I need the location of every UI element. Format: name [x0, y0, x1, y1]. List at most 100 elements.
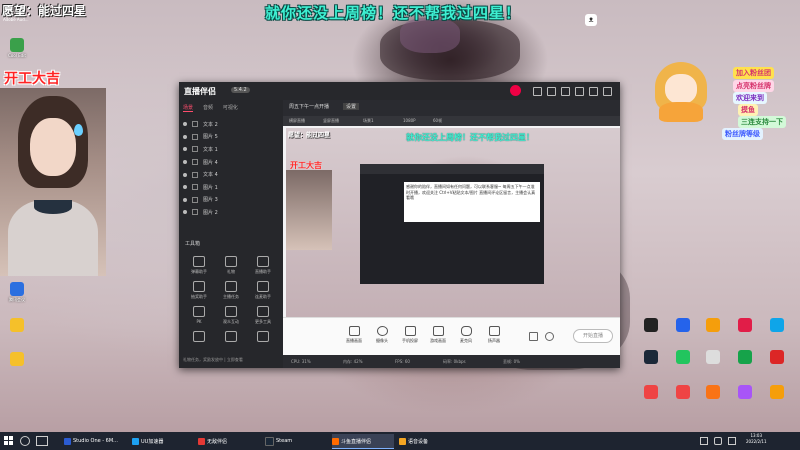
- notification-icon[interactable]: [547, 87, 556, 96]
- tool-item[interactable]: 观众互动: [215, 306, 247, 325]
- scene-item[interactable]: 文本 2: [183, 118, 279, 131]
- tool-item[interactable]: 直播助手: [247, 256, 279, 275]
- studio-one-icon: [64, 437, 71, 445]
- taskbar-item-douyu[interactable]: 斗鱼直播伴侣: [332, 434, 394, 449]
- tool-item[interactable]: 礼物: [215, 256, 247, 275]
- visibility-icon[interactable]: [183, 160, 187, 165]
- tab-audio[interactable]: 音频: [203, 104, 213, 111]
- scene-item[interactable]: 文本 1: [183, 143, 279, 156]
- lock-icon[interactable]: [192, 159, 198, 166]
- cat-icon: ᴥ: [585, 14, 597, 26]
- lock-icon[interactable]: [192, 146, 198, 153]
- ime-icon[interactable]: [728, 437, 736, 445]
- taskbar-item-studio-one[interactable]: Studio One - 6M...: [64, 434, 126, 448]
- desktop-icon[interactable]: [700, 350, 726, 365]
- desktop-icon-app[interactable]: [4, 352, 30, 367]
- tool-item[interactable]: 弹幕助手: [183, 256, 215, 275]
- desktop-icon[interactable]: [764, 385, 790, 400]
- lock-icon[interactable]: [192, 196, 198, 203]
- desktop-icon[interactable]: [670, 350, 696, 365]
- lock-icon[interactable]: [192, 121, 198, 128]
- visibility-icon[interactable]: [183, 122, 187, 127]
- scene-item[interactable]: 图片 2: [183, 206, 279, 219]
- search-icon[interactable]: [20, 436, 30, 446]
- desktop-icon[interactable]: [670, 385, 696, 400]
- game-capture-button[interactable]: 游戏画面: [427, 326, 449, 344]
- lock-icon[interactable]: [192, 171, 198, 178]
- desktop-icon[interactable]: [764, 318, 790, 333]
- close-icon[interactable]: [603, 87, 612, 96]
- scene-item[interactable]: 文本 4: [183, 168, 279, 181]
- microphone-button[interactable]: 麦克风: [455, 326, 477, 344]
- windows-start-icon[interactable]: [4, 436, 13, 445]
- fps-option[interactable]: 60帧: [433, 118, 442, 124]
- start-live-button[interactable]: 开始直播: [573, 329, 613, 343]
- visibility-icon[interactable]: [183, 134, 187, 139]
- desktop-icon[interactable]: [638, 350, 664, 365]
- desktop-icon[interactable]: [700, 318, 726, 333]
- resolution-option[interactable]: 1080P: [403, 118, 416, 123]
- camera-button[interactable]: 摄像头: [371, 326, 393, 344]
- lock-icon[interactable]: [192, 133, 198, 140]
- desktop-icon[interactable]: [732, 318, 758, 333]
- tool-item[interactable]: [247, 331, 279, 344]
- taskbar-item-uu[interactable]: UU加速器: [132, 434, 194, 448]
- desktop-icon[interactable]: [700, 385, 726, 400]
- network-icon[interactable]: [700, 437, 708, 445]
- user-avatar[interactable]: [510, 85, 521, 96]
- desktop-icon[interactable]: [638, 385, 664, 400]
- desktop-icon[interactable]: [638, 318, 664, 333]
- stream-preview-canvas[interactable]: 就你还没上周榜！还不帮我过四星！ 愿望：能过四星 开工大吉 感谢你的陪伴，直播间…: [286, 128, 620, 317]
- desktop-icon-label[interactable]: Adobe Aud...: [3, 17, 29, 22]
- scene-item[interactable]: 图片 5: [183, 131, 279, 144]
- speaker-button[interactable]: 扬声器: [483, 326, 505, 344]
- settings-tab[interactable]: 设置: [343, 103, 360, 110]
- desktop-icon-app[interactable]: [4, 318, 30, 333]
- settings-icon[interactable]: [561, 87, 570, 96]
- settings-icon[interactable]: [545, 332, 554, 341]
- window-titlebar[interactable]: 直播伴侣 5.4.2: [179, 82, 620, 100]
- desktop-icon[interactable]: [764, 350, 790, 365]
- scene-item[interactable]: 图片 4: [183, 156, 279, 169]
- tool-item[interactable]: 抽奖助手: [183, 281, 215, 300]
- landscape-option[interactable]: 横屏直播: [289, 118, 305, 124]
- desktop-icon[interactable]: [732, 385, 758, 400]
- tool-item[interactable]: [215, 331, 247, 344]
- visibility-icon[interactable]: [183, 147, 187, 152]
- menu-icon[interactable]: [575, 87, 584, 96]
- tool-item[interactable]: 连麦助手: [247, 281, 279, 300]
- message-icon[interactable]: [533, 87, 542, 96]
- desktop-icon-meeting[interactable]: 腾讯会议: [4, 282, 30, 303]
- scene-option[interactable]: 场景1: [363, 118, 374, 124]
- record-icon[interactable]: [529, 332, 538, 341]
- system-clock[interactable]: 13:03 2022/2/11: [746, 433, 767, 445]
- screen-capture-button[interactable]: 直播画面: [343, 326, 365, 344]
- tool-item[interactable]: 主播任务: [215, 281, 247, 300]
- desktop-icon-cool-edit[interactable]: Cool Edit: [4, 38, 30, 58]
- minimize-icon[interactable]: [589, 87, 598, 96]
- task-notice[interactable]: 礼物任务，奖励发放中 | 立即查看: [183, 357, 243, 363]
- tool-item[interactable]: [183, 331, 215, 344]
- phone-cast-button[interactable]: 手机投屏: [399, 326, 421, 344]
- lock-icon[interactable]: [192, 184, 198, 191]
- tool-item[interactable]: PK: [183, 306, 215, 325]
- visibility-icon[interactable]: [183, 210, 187, 215]
- tool-item[interactable]: 更多工具: [247, 306, 279, 325]
- visibility-icon[interactable]: [183, 185, 187, 190]
- desktop-icon[interactable]: [732, 350, 758, 365]
- taskbar-item-steam[interactable]: Steam: [265, 434, 327, 448]
- stream-title-tab[interactable]: 周五下午一点开播: [289, 103, 329, 110]
- taskbar-item-audio[interactable]: 语音设备: [399, 434, 461, 448]
- tab-scenes[interactable]: 场景: [183, 104, 194, 112]
- volume-icon[interactable]: [714, 437, 722, 445]
- task-view-icon[interactable]: [36, 436, 48, 446]
- desktop-icon[interactable]: [670, 318, 696, 333]
- visibility-icon[interactable]: [183, 197, 187, 202]
- lock-icon[interactable]: [192, 209, 198, 216]
- visibility-icon[interactable]: [183, 172, 187, 177]
- scene-item[interactable]: 图片 1: [183, 181, 279, 194]
- portrait-option[interactable]: 竖屏直播: [323, 118, 339, 124]
- scene-item[interactable]: 图片 3: [183, 194, 279, 207]
- taskbar-item-companion[interactable]: 无敌伴侣: [198, 434, 260, 448]
- tab-visual[interactable]: 可视化: [223, 104, 238, 111]
